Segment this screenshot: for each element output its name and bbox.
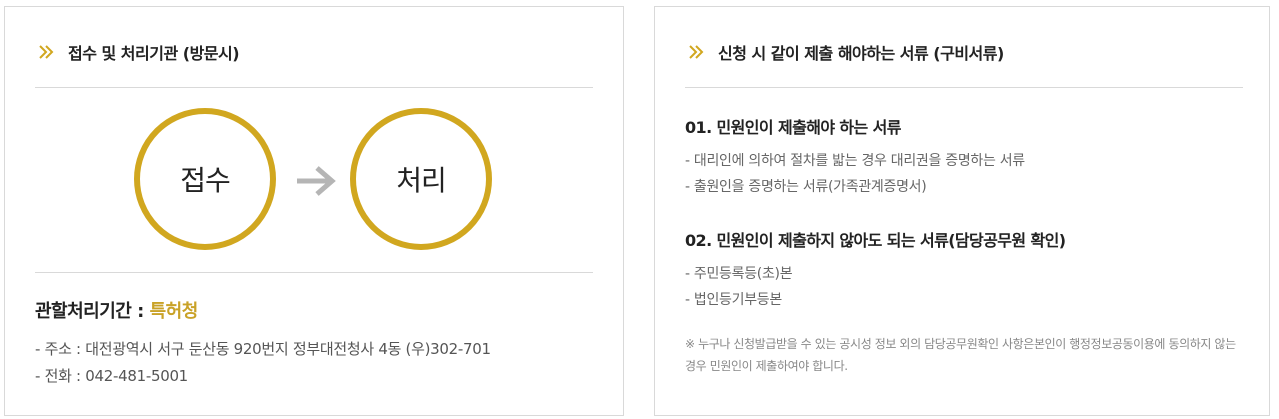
section-heading-applicant-documents: 01. 민원인이 제출해야 하는 서류	[685, 118, 901, 137]
double-chevron-right-icon	[39, 45, 54, 59]
step-reception-circle: 접수	[134, 108, 276, 250]
section-heading-official-check-documents: 02. 민원인이 제출하지 않아도 되는 서류(담당공무원 확인)	[685, 231, 1066, 250]
arrow-right-icon	[297, 166, 336, 196]
step-processing-circle: 처리	[350, 108, 492, 250]
step-processing-label: 처리	[396, 164, 447, 197]
reception-panel-header: 접수 및 처리기관 (방문시)	[38, 40, 240, 64]
divider	[35, 272, 593, 273]
divider	[685, 87, 1243, 88]
agency-name: 특허청	[149, 301, 199, 322]
notice-text: ※ 누구나 신청발급받을 수 있는 공시성 정보 외의 담당공무원확인 사항은본…	[685, 337, 1236, 373]
agency-label: 관할처리기간 :	[35, 301, 150, 322]
list-item: - 대리인에 의하여 절차를 밟는 경우 대리권을 증명하는 서류	[685, 153, 1025, 169]
agency-address: - 주소 : 대전광역시 서구 둔산동 920번지 정부대전청사 4동 (우)3…	[35, 340, 491, 358]
agency-line: 관할처리기간 : 특허청	[35, 297, 198, 323]
documents-panel-header: 신청 시 같이 제출 해야하는 서류 (구비서류)	[688, 40, 1004, 64]
list-item: - 주민등록등(초)본	[685, 266, 793, 282]
agency-phone: - 전화 : 042-481-5001	[35, 367, 188, 385]
required-documents-panel: 신청 시 같이 제출 해야하는 서류 (구비서류) 01. 민원인이 제출해야 …	[654, 6, 1270, 416]
documents-panel-title: 신청 시 같이 제출 해야하는 서류 (구비서류)	[718, 44, 1004, 63]
list-item: - 법인등기부등본	[685, 292, 782, 308]
reception-panel: 접수 및 처리기관 (방문시) 접수 처리 관할처리기간 : 특허청 - 주소 …	[4, 6, 624, 416]
step-reception-label: 접수	[180, 164, 231, 197]
list-item: - 출원인을 증명하는 서류(가족관계증명서)	[685, 179, 927, 195]
divider	[35, 87, 593, 88]
reception-panel-title: 접수 및 처리기관 (방문시)	[68, 44, 240, 63]
double-chevron-right-icon	[689, 45, 704, 59]
